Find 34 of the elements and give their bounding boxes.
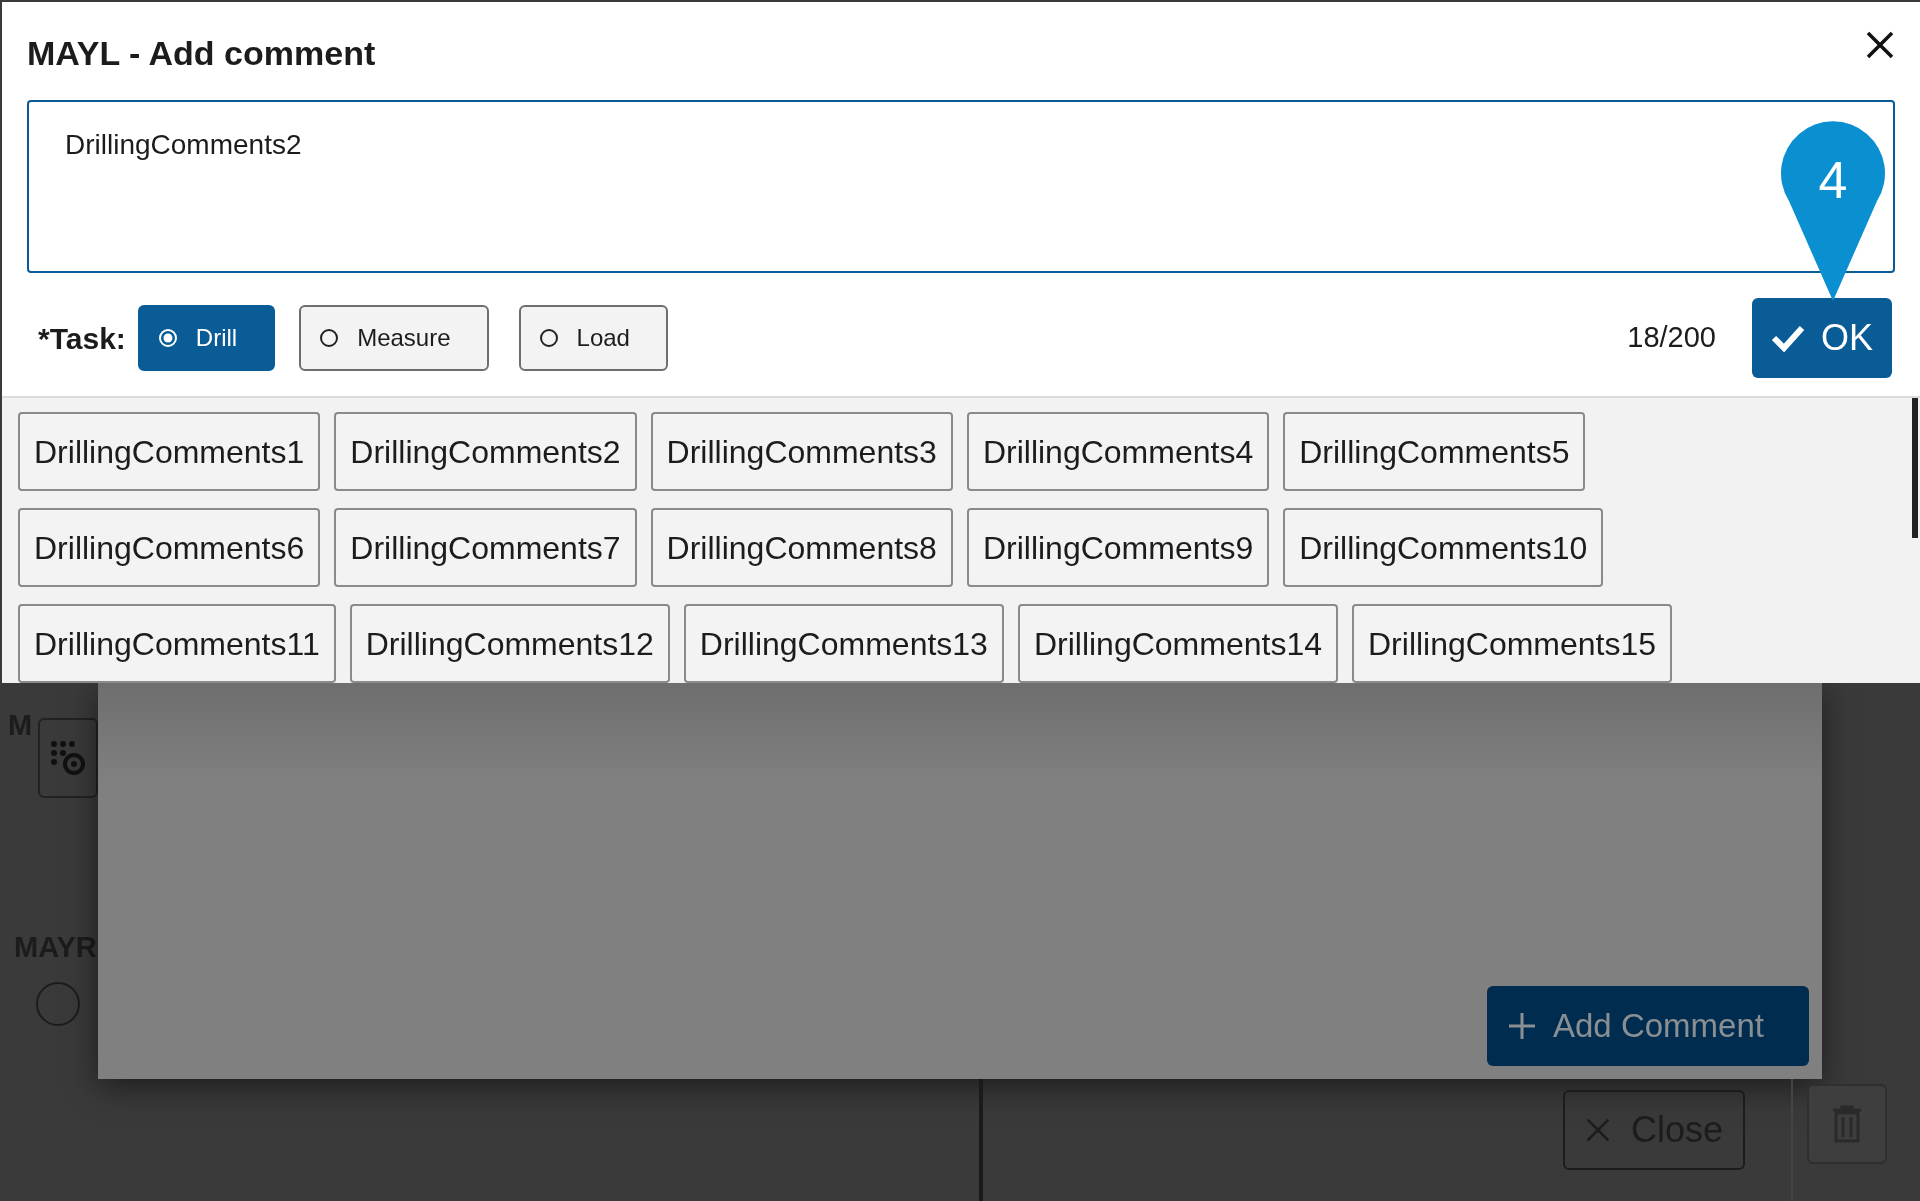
plus-icon (1507, 1011, 1537, 1041)
character-counter: 18/200 (1627, 320, 1716, 356)
radio-unchecked-icon (538, 328, 559, 349)
task-label: *Task: (38, 320, 126, 357)
scrollbar-thumb[interactable] (1912, 398, 1918, 538)
quick-comment-chip[interactable]: DrillingComments2 (334, 412, 637, 491)
quick-comment-chip[interactable]: DrillingComments15 (1352, 604, 1673, 683)
quick-comment-chip[interactable]: DrillingComments11 (18, 604, 336, 683)
ok-button[interactable]: OK (1752, 298, 1892, 379)
dots-gear-icon (48, 738, 88, 778)
quick-comment-chip[interactable]: DrillingComments14 (1017, 604, 1338, 683)
quick-comment-chip[interactable]: DrillingComments12 (349, 604, 670, 683)
quick-comment-chip[interactable]: DrillingComments9 (966, 508, 1270, 587)
radio-button[interactable] (36, 982, 80, 1026)
quick-comment-chip[interactable]: DrillingComments3 (650, 412, 953, 491)
check-icon (1771, 324, 1805, 353)
add-comment-button[interactable]: Add Comment (1487, 986, 1809, 1066)
radio-unchecked-icon (319, 328, 340, 349)
step-marker: 4 (1779, 119, 1887, 301)
task-option[interactable]: Load (518, 305, 668, 372)
close-icon (1865, 30, 1895, 61)
quick-comment-chip[interactable]: DrillingComments10 (1283, 508, 1604, 587)
task-option[interactable]: Measure (299, 305, 489, 372)
grid-settings-button[interactable] (38, 718, 98, 798)
task-option[interactable]: Drill (137, 305, 276, 372)
quick-comment-chip[interactable]: DrillingComments6 (18, 508, 321, 587)
quick-comment-chip[interactable]: DrillingComments13 (683, 604, 1004, 683)
dialog-title: MAYL - Add comment (27, 32, 376, 74)
quick-comment-chip[interactable]: DrillingComments5 (1283, 412, 1586, 491)
radio-checked-icon (157, 328, 178, 349)
quick-comment-chip[interactable]: DrillingComments4 (966, 412, 1270, 491)
quick-comment-chip[interactable]: DrillingComments8 (650, 508, 953, 587)
quick-comment-chip[interactable]: DrillingComments1 (18, 412, 321, 491)
quick-comment-chip[interactable]: DrillingComments7 (334, 508, 637, 587)
